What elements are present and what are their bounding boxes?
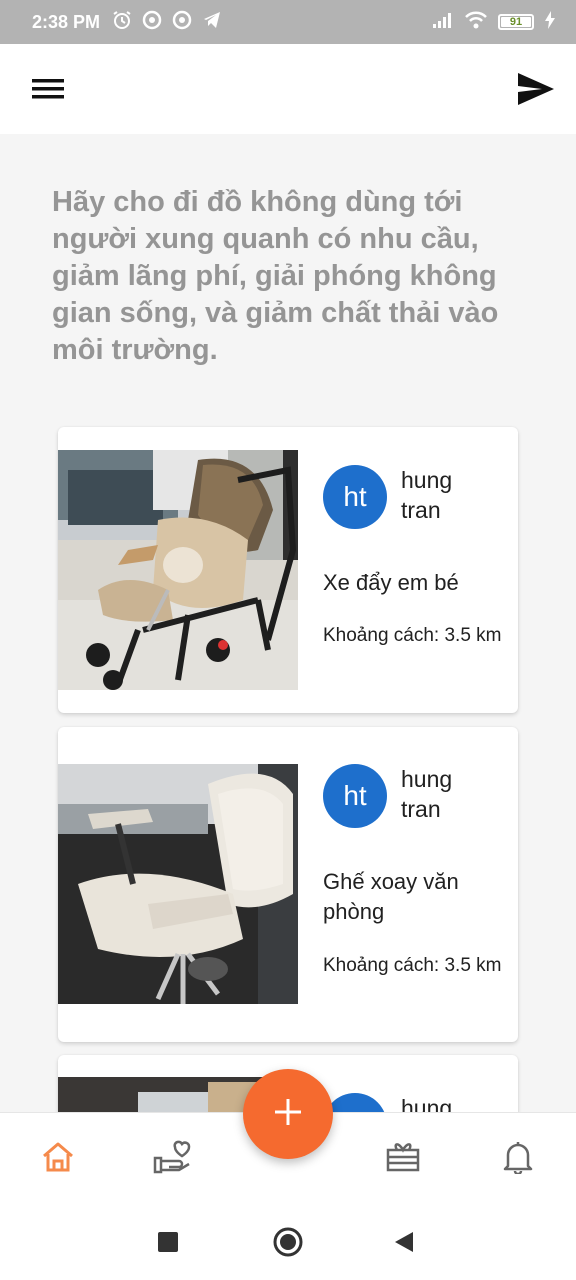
item-distance: Khoảng cách: 3.5 km [323, 625, 502, 646]
intro-text: Hãy cho đi đồ không dùng tới người xung … [52, 186, 499, 366]
system-navigation-bar [0, 1202, 576, 1280]
item-title: Ghế xoay văn phòng [323, 869, 459, 924]
battery-icon: 91 [498, 14, 534, 30]
avatar[interactable]: ht [323, 465, 387, 529]
item-image-office-chair [58, 764, 298, 1004]
app-bar [0, 44, 576, 134]
item-image-baby-stroller [58, 450, 298, 690]
battery-level: 91 [509, 16, 523, 28]
back-icon[interactable] [386, 1224, 422, 1260]
item-distance: Khoảng cách: 3.5 km [323, 955, 502, 976]
item-card[interactable]: ht hung tran Ghế xoay văn phòng Khoảng c… [58, 727, 518, 1042]
bell-icon[interactable] [498, 1137, 538, 1177]
home-icon[interactable] [38, 1137, 78, 1177]
user-name[interactable]: hung tran [401, 465, 481, 525]
status-bar: 2:38 PM 91 [0, 0, 576, 44]
hamburger-menu-icon[interactable] [28, 69, 68, 109]
gift-card-icon[interactable] [383, 1137, 423, 1177]
add-item-button[interactable] [243, 1069, 333, 1159]
telegram-icon [202, 10, 222, 35]
recent-apps-icon[interactable] [150, 1224, 186, 1260]
signal-icon [432, 11, 454, 34]
sync-icon [172, 10, 192, 35]
item-card[interactable]: ht hung tran Xe đẩy em bé Khoảng cách: 3… [58, 427, 518, 713]
status-time: 2:38 PM [32, 11, 101, 32]
item-owner[interactable]: ht hung tran [323, 764, 481, 828]
wifi-icon [464, 11, 488, 34]
home-button-icon[interactable] [270, 1224, 306, 1260]
plus-icon [275, 1098, 301, 1130]
status-icons-left [112, 10, 222, 35]
item-title: Xe đẩy em bé [323, 570, 459, 595]
send-icon[interactable] [516, 69, 556, 109]
donate-hand-heart-icon[interactable] [152, 1137, 192, 1177]
avatar[interactable]: ht [323, 764, 387, 828]
item-owner[interactable]: ht hung tran [323, 465, 481, 529]
sync-icon [142, 10, 162, 35]
status-icons-right: 91 [432, 10, 556, 34]
charging-icon [544, 10, 556, 34]
user-name[interactable]: hung tran [401, 764, 481, 824]
alarm-icon [112, 10, 132, 35]
